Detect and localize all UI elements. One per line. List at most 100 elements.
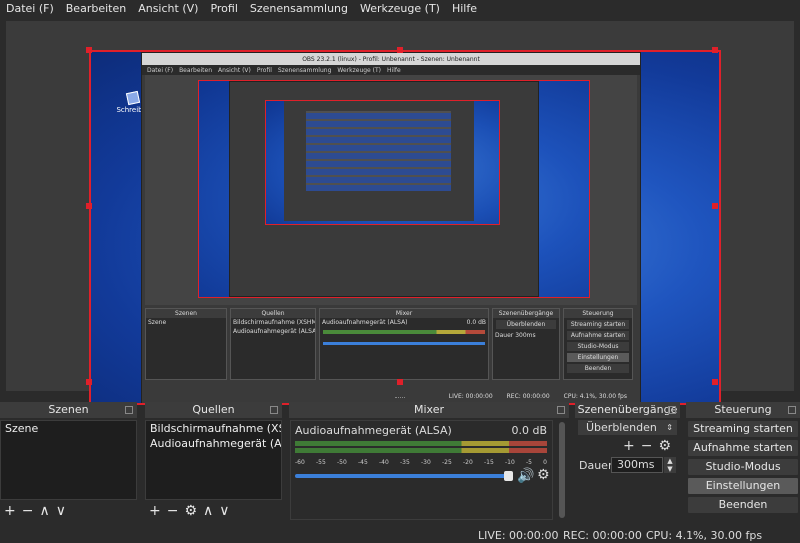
menu-bar: Datei (F) Bearbeiten Ansicht (V) Profil … xyxy=(0,0,800,17)
transition-select-value: Überblenden xyxy=(586,421,657,434)
preview-canvas[interactable]: Schreib-S OBS 23.2.1 (linux) - Profil: U… xyxy=(89,50,721,405)
preview-area[interactable]: Schreib-S OBS 23.2.1 (linux) - Profil: U… xyxy=(6,21,794,405)
remove-icon[interactable]: − xyxy=(167,503,179,519)
volume-slider-handle[interactable] xyxy=(504,471,513,481)
source-item[interactable]: Audioaufnahmegerät (ALSA) xyxy=(146,436,281,451)
duration-field[interactable]: 300ms xyxy=(611,457,663,473)
scene-item[interactable]: Szene xyxy=(1,421,136,436)
sources-dock: Quellen Bildschirmaufnahme (XSHM) Audioa… xyxy=(145,402,282,522)
move-down-icon[interactable]: ∨ xyxy=(219,503,229,519)
remove-icon[interactable]: − xyxy=(641,438,653,454)
settings-button[interactable]: Einstellungen xyxy=(688,478,798,494)
add-icon[interactable]: + xyxy=(623,438,635,454)
nested-control-btn: Beenden xyxy=(567,364,629,373)
sources-list[interactable]: Bildschirmaufnahme (XSHM) Audioaufnahmeg… xyxy=(145,420,282,500)
resize-handle[interactable] xyxy=(712,379,718,385)
nested-menu-item: Szenensammlung xyxy=(277,66,332,74)
nested-scenes-title: Szenen xyxy=(146,309,226,318)
nested-obs-window-2 xyxy=(229,81,539,297)
meter-tick-label: -35 xyxy=(400,459,410,466)
move-down-icon[interactable]: ∨ xyxy=(56,503,66,519)
nested-duration-row: Dauer 300ms xyxy=(493,331,559,340)
menu-szenensammlung[interactable]: Szenensammlung xyxy=(250,2,348,15)
float-icon[interactable] xyxy=(788,406,796,414)
resize-handle[interactable] xyxy=(397,47,403,53)
menu-werkzeuge[interactable]: Werkzeuge (T) xyxy=(360,2,440,15)
nested-source-item: Bildschirmaufnahme (XSHM) xyxy=(233,319,315,326)
nested-controls-dock: Steuerung Streaming starten Aufnahme sta… xyxy=(563,308,633,380)
transition-toolbar: + − ⚙ xyxy=(623,438,671,454)
resize-handle[interactable] xyxy=(86,379,92,385)
gear-icon[interactable]: ⚙ xyxy=(184,503,197,519)
dock-splitter[interactable] xyxy=(395,397,405,399)
start-streaming-button[interactable]: Streaming starten xyxy=(688,421,798,437)
gear-icon[interactable]: ⚙ xyxy=(537,467,550,483)
duration-stepper[interactable]: ▲ ▼ xyxy=(664,457,676,473)
document-icon xyxy=(125,90,141,106)
mixer-panel: Audioaufnahmegerät (ALSA) 0.0 dB -60 -55 -… xyxy=(290,420,553,520)
remove-icon[interactable]: − xyxy=(22,503,34,519)
transition-select[interactable]: Überblenden ⇕ xyxy=(578,420,677,435)
exit-button[interactable]: Beenden xyxy=(688,497,798,513)
resize-handle[interactable] xyxy=(86,47,92,53)
transitions-title: Szenenübergänge xyxy=(575,402,680,418)
nested-source-item: Audioaufnahmegerät (ALSA) xyxy=(233,328,315,335)
scenes-title-text: Szenen xyxy=(48,403,89,416)
menu-datei[interactable]: Datei (F) xyxy=(6,2,54,15)
meter-tick-label: -10 xyxy=(505,459,515,466)
nested-obs-window-3 xyxy=(284,101,474,221)
nested-menu-item: Bearbeiten xyxy=(179,66,213,74)
menu-bearbeiten[interactable]: Bearbeiten xyxy=(66,2,126,15)
scrollbar-thumb[interactable] xyxy=(559,422,565,518)
nested-duration-value: 300ms xyxy=(515,332,536,339)
resize-handle[interactable] xyxy=(712,47,718,53)
transitions-title-text: Szenenübergänge xyxy=(577,403,678,416)
meter-tick-label: -45 xyxy=(358,459,368,466)
nested-titlebar: OBS 23.2.1 (linux) - Profil: Unbenannt -… xyxy=(142,53,640,65)
add-icon[interactable]: + xyxy=(149,503,161,519)
menu-profil[interactable]: Profil xyxy=(210,2,237,15)
sources-toolbar: + − ⚙ ∧ ∨ xyxy=(149,503,230,519)
meter-tick-label: -40 xyxy=(379,459,389,466)
nested-canvas-2 xyxy=(265,100,500,225)
rec-status: REC: 00:00:00 xyxy=(563,529,642,542)
resize-handle[interactable] xyxy=(712,203,718,209)
controls-title-text: Steuerung xyxy=(714,403,772,416)
nested-menubar: Datei (F) Bearbeiten Ansicht (V) Profil … xyxy=(142,65,640,75)
start-recording-button[interactable]: Aufnahme starten xyxy=(688,440,798,456)
recursive-tunnel xyxy=(306,111,451,191)
nested-scene-item: Szene xyxy=(148,319,167,326)
speaker-icon[interactable]: 🔊 xyxy=(517,468,534,484)
meter-tick-label: -25 xyxy=(442,459,452,466)
float-icon[interactable] xyxy=(557,406,565,414)
nested-control-btn: Einstellungen xyxy=(567,353,629,362)
float-icon[interactable] xyxy=(125,406,133,414)
nested-cpu: CPU: 4.1%, 30.00 fps xyxy=(563,392,627,400)
meter-tick-label: -50 xyxy=(337,459,347,466)
nested-menu-item: Hilfe xyxy=(387,66,401,74)
move-up-icon[interactable]: ∧ xyxy=(39,503,49,519)
source-item[interactable]: Bildschirmaufnahme (XSHM) xyxy=(146,421,281,436)
studio-mode-button[interactable]: Studio-Modus xyxy=(688,459,798,475)
add-icon[interactable]: + xyxy=(4,503,16,519)
scenes-list[interactable]: Szene xyxy=(0,420,137,500)
meter-tick-label: -55 xyxy=(316,459,326,466)
nested-menu-item: Werkzeuge (T) xyxy=(337,66,382,74)
mixer-scrollbar[interactable] xyxy=(557,420,567,520)
menu-hilfe[interactable]: Hilfe xyxy=(452,2,477,15)
nested-transition-select: Überblenden xyxy=(496,320,556,329)
resize-handle[interactable] xyxy=(86,203,92,209)
scenes-toolbar: + − ∧ ∨ xyxy=(4,503,66,519)
menu-ansicht[interactable]: Ansicht (V) xyxy=(138,2,198,15)
gear-icon[interactable]: ⚙ xyxy=(658,438,671,454)
resize-handle[interactable] xyxy=(397,379,403,385)
volume-slider[interactable] xyxy=(295,471,513,481)
nested-duration-label: Dauer xyxy=(495,332,514,339)
float-icon[interactable] xyxy=(668,406,676,414)
scenes-title: Szenen xyxy=(0,402,137,418)
meter-tick-label: -60 xyxy=(295,459,305,466)
float-icon[interactable] xyxy=(270,406,278,414)
mixer-track-name: Audioaufnahmegerät (ALSA) xyxy=(295,424,452,437)
move-up-icon[interactable]: ∧ xyxy=(203,503,213,519)
controls-dock: Steuerung Streaming starten Aufnahme sta… xyxy=(686,402,800,522)
